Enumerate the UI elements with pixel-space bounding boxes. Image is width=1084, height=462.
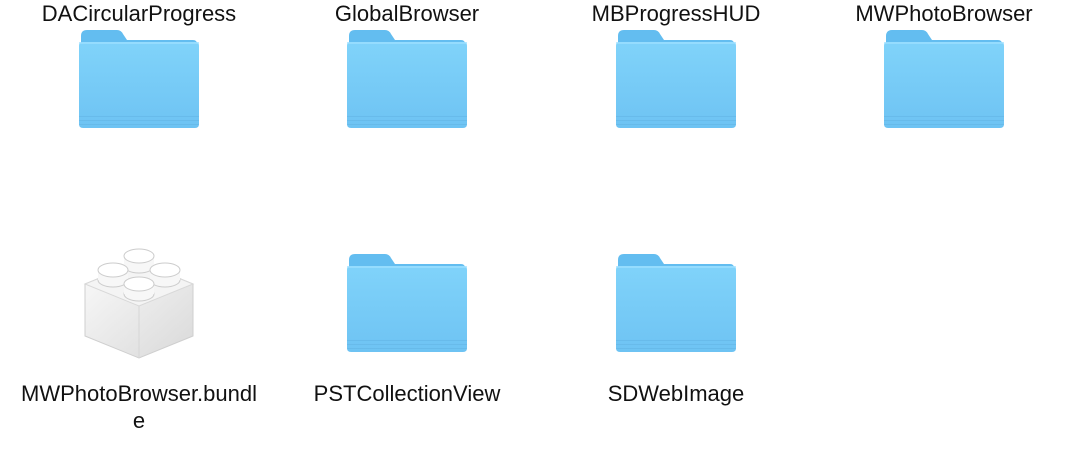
file-item-label: MWPhotoBrowser.bundle <box>21 381 257 433</box>
bundle-icon <box>77 242 201 360</box>
file-item-label: SDWebImage <box>607 381 745 406</box>
folder-icon <box>345 252 469 354</box>
file-item-label: MBProgressHUD <box>591 1 761 26</box>
file-item-label: GlobalBrowser <box>334 1 480 26</box>
folder-icon <box>77 28 201 130</box>
file-item-label: PSTCollectionView <box>313 381 501 406</box>
folder-icon <box>614 28 738 130</box>
folder-icon <box>882 28 1006 130</box>
file-item-label: DACircularProgress <box>41 1 237 26</box>
file-item-label: MWPhotoBrowser <box>855 1 1033 26</box>
folder-icon <box>614 252 738 354</box>
folder-icon <box>345 28 469 130</box>
file-grid: DACircularProgress GlobalBrowser MBProgr… <box>0 0 1084 462</box>
